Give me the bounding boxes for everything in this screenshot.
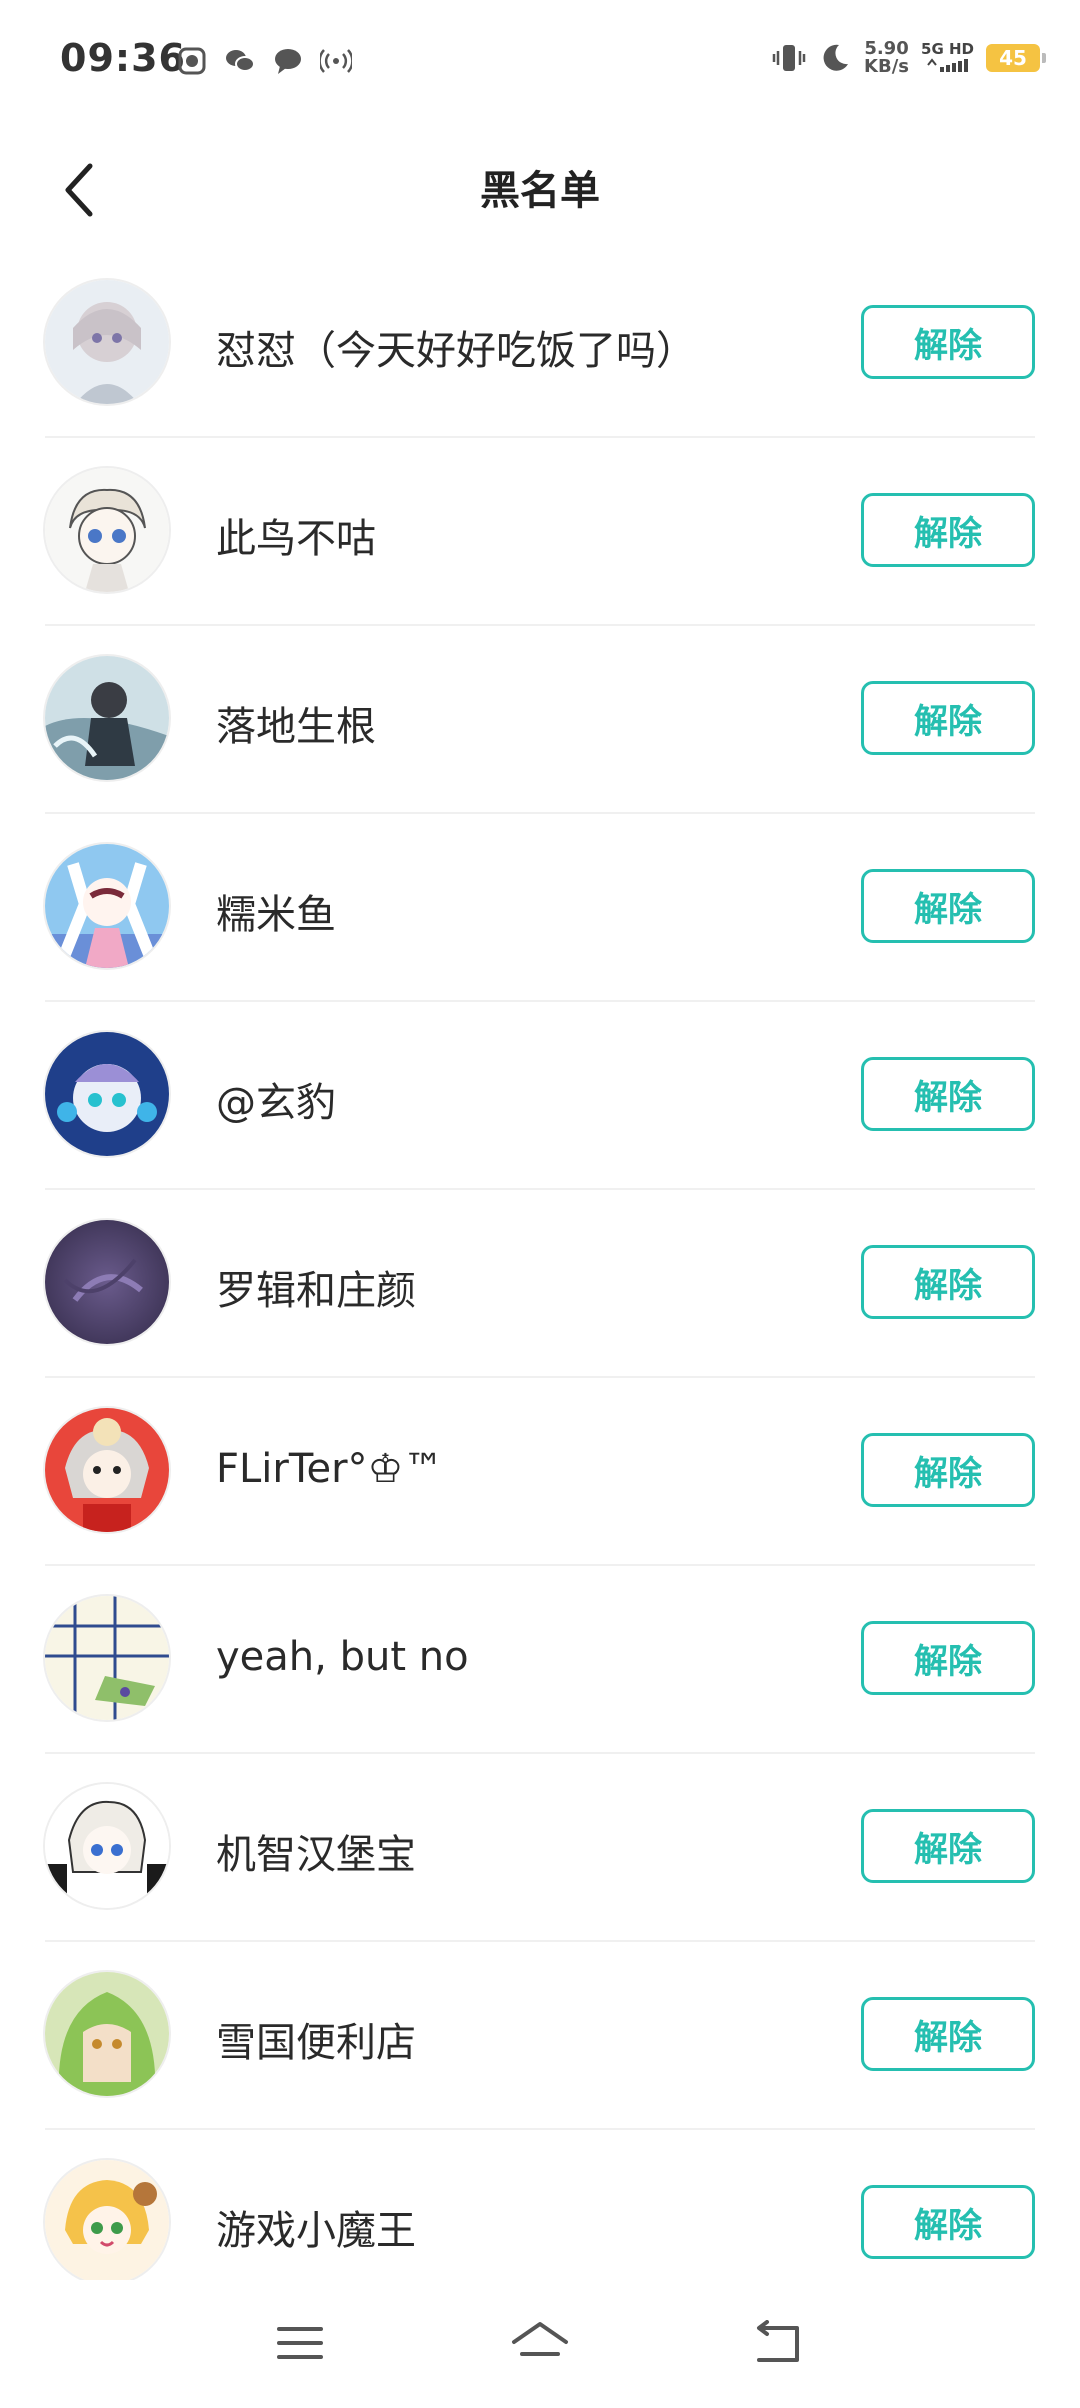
message-icon (271, 44, 305, 78)
network-type: 5G HD (921, 39, 974, 76)
list-item: @玄豹 解除 (0, 1002, 1080, 1190)
signal-icon (926, 57, 970, 76)
net-speed-unit: KB/s (864, 56, 910, 77)
remove-button[interactable]: 解除 (861, 1433, 1035, 1507)
list-item-name: 糯米鱼 (216, 892, 336, 938)
list-item-name: 落地生根 (216, 704, 376, 750)
vibrate-icon (772, 41, 806, 75)
list-item-name: 雪国便利店 (216, 2020, 416, 2066)
list-item-name: 此鸟不咕 (216, 516, 376, 562)
status-system-icons: 5.90 KB/s 5G HD 45 (772, 39, 1046, 76)
remove-button[interactable]: 解除 (861, 1057, 1035, 1131)
list-item-name: 罗辑和庄颜 (216, 1268, 416, 1314)
avatar[interactable] (45, 468, 169, 592)
moon-icon (818, 41, 852, 75)
list-item: FLirTer°♔™ 解除 (0, 1378, 1080, 1566)
hotspot-icon (319, 44, 353, 78)
avatar[interactable] (45, 1032, 169, 1156)
gallery-icon (175, 44, 209, 78)
list-item: 落地生根 解除 (0, 626, 1080, 814)
list-item: 罗辑和庄颜 解除 (0, 1190, 1080, 1378)
blacklist: 怼怼（今天好好吃饭了吗） 解除 此鸟不咕 解除 落地生根 解除 糯米鱼 解除 @… (0, 250, 1080, 2318)
menu-button[interactable] (265, 2308, 335, 2378)
menu-icon (277, 2327, 323, 2359)
avatar[interactable] (45, 2160, 169, 2284)
remove-button[interactable]: 解除 (861, 1621, 1035, 1695)
status-notification-icons (175, 44, 353, 78)
list-item-name: 机智汉堡宝 (216, 1832, 416, 1878)
avatar[interactable] (45, 1972, 169, 2096)
avatar[interactable] (45, 1784, 169, 1908)
list-item: 糯米鱼 解除 (0, 814, 1080, 1002)
navigation-bar (0, 2280, 1080, 2408)
list-item: 雪国便利店 解除 (0, 1942, 1080, 2130)
list-item-name: FLirTer°♔™ (216, 1446, 444, 1492)
remove-button[interactable]: 解除 (861, 1245, 1035, 1319)
avatar[interactable] (45, 1596, 169, 1720)
status-time: 09:36 (60, 36, 186, 80)
remove-button[interactable]: 解除 (861, 493, 1035, 567)
avatar[interactable] (45, 1220, 169, 1344)
status-bar: 09:36 5.90 KB/s 5G HD 45 (0, 0, 1080, 130)
list-item-name: yeah, but no (216, 1634, 469, 1680)
remove-button[interactable]: 解除 (861, 1997, 1035, 2071)
list-item: 怼怼（今天好好吃饭了吗） 解除 (0, 250, 1080, 438)
avatar[interactable] (45, 656, 169, 780)
net-speed: 5.90 KB/s (864, 40, 909, 76)
remove-button[interactable]: 解除 (861, 869, 1035, 943)
remove-button[interactable]: 解除 (861, 305, 1035, 379)
list-item: yeah, but no 解除 (0, 1566, 1080, 1754)
avatar[interactable] (45, 280, 169, 404)
list-item-name: @玄豹 (216, 1080, 336, 1126)
system-back-button[interactable] (745, 2308, 815, 2378)
network-type-label: 5G HD (921, 39, 974, 58)
battery-indicator: 45 (986, 44, 1046, 72)
home-icon (512, 2322, 568, 2356)
remove-button[interactable]: 解除 (861, 681, 1035, 755)
header: 黑名单 (0, 130, 1080, 250)
list-item-name: 游戏小魔王 (216, 2208, 416, 2254)
page-title: 黑名单 (480, 168, 600, 214)
avatar[interactable] (45, 1408, 169, 1532)
wechat-icon (223, 44, 257, 78)
remove-button[interactable]: 解除 (861, 1809, 1035, 1883)
remove-button[interactable]: 解除 (861, 2185, 1035, 2259)
home-button[interactable] (505, 2308, 575, 2378)
avatar[interactable] (45, 844, 169, 968)
list-item: 此鸟不咕 解除 (0, 438, 1080, 626)
list-item: 机智汉堡宝 解除 (0, 1754, 1080, 1942)
back-icon (757, 2320, 799, 2362)
list-item-name: 怼怼（今天好好吃饭了吗） (216, 328, 696, 374)
